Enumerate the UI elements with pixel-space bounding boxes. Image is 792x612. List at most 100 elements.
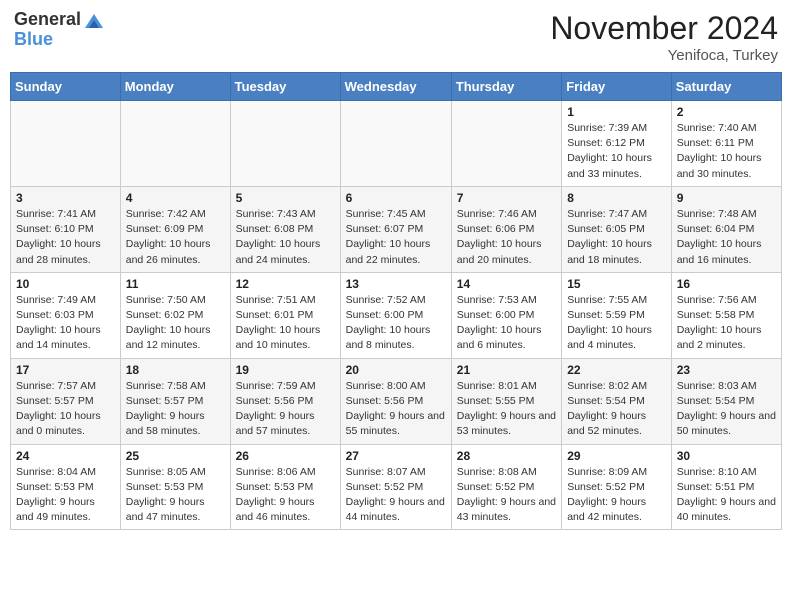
day-number: 19 xyxy=(236,363,335,377)
calendar-day-27: 27 Sunrise: 8:07 AM Sunset: 5:52 PM Dayli… xyxy=(340,444,451,530)
column-header-friday: Friday xyxy=(562,73,672,101)
calendar-day-8: 8 Sunrise: 7:47 AM Sunset: 6:05 PM Daylig… xyxy=(562,186,672,272)
day-number: 30 xyxy=(677,449,776,463)
calendar-day-17: 17 Sunrise: 7:57 AM Sunset: 5:57 PM Dayli… xyxy=(11,358,121,444)
day-info: Sunrise: 7:46 AM Sunset: 6:06 PM Dayligh… xyxy=(457,207,556,268)
day-number: 16 xyxy=(677,277,776,291)
calendar-day-13: 13 Sunrise: 7:52 AM Sunset: 6:00 PM Dayli… xyxy=(340,272,451,358)
calendar-day-11: 11Sunrise: 7:50 AM Sunset: 6:02 PM Dayli… xyxy=(120,272,230,358)
day-info: Sunrise: 8:04 AM Sunset: 5:53 PM Dayligh… xyxy=(16,465,115,526)
calendar-week-5: 24 Sunrise: 8:04 AM Sunset: 5:53 PM Dayli… xyxy=(11,444,782,530)
calendar-day-29: 29 Sunrise: 8:09 AM Sunset: 5:52 PM Dayli… xyxy=(562,444,672,530)
calendar-header-row: SundayMondayTuesdayWednesdayThursdayFrid… xyxy=(11,73,782,101)
day-number: 24 xyxy=(16,449,115,463)
calendar-day-5: 5Sunrise: 7:43 AM Sunset: 6:08 PM Daylig… xyxy=(230,186,340,272)
day-number: 28 xyxy=(457,449,556,463)
day-info: Sunrise: 8:07 AM Sunset: 5:52 PM Dayligh… xyxy=(346,465,446,526)
column-header-thursday: Thursday xyxy=(451,73,561,101)
day-number: 9 xyxy=(677,191,776,205)
day-info: Sunrise: 7:39 AM Sunset: 6:12 PM Dayligh… xyxy=(567,121,666,182)
day-info: Sunrise: 8:02 AM Sunset: 5:54 PM Dayligh… xyxy=(567,379,666,440)
day-number: 13 xyxy=(346,277,446,291)
calendar-table: SundayMondayTuesdayWednesdayThursdayFrid… xyxy=(10,72,782,530)
calendar-day-25: 25Sunrise: 8:05 AM Sunset: 5:53 PM Dayli… xyxy=(120,444,230,530)
day-number: 26 xyxy=(236,449,335,463)
calendar-week-3: 10 Sunrise: 7:49 AM Sunset: 6:03 PM Dayli… xyxy=(11,272,782,358)
calendar-day-12: 12 Sunrise: 7:51 AM Sunset: 6:01 PM Dayli… xyxy=(230,272,340,358)
day-info: Sunrise: 8:08 AM Sunset: 5:52 PM Dayligh… xyxy=(457,465,556,526)
day-info: Sunrise: 8:06 AM Sunset: 5:53 PM Dayligh… xyxy=(236,465,335,526)
day-number: 8 xyxy=(567,191,666,205)
day-info: Sunrise: 7:55 AM Sunset: 5:59 PM Dayligh… xyxy=(567,293,666,354)
calendar-day-18: 18 Sunrise: 7:58 AM Sunset: 5:57 PM Dayli… xyxy=(120,358,230,444)
day-number: 17 xyxy=(16,363,115,377)
day-info: Sunrise: 8:09 AM Sunset: 5:52 PM Dayligh… xyxy=(567,465,666,526)
calendar-day-14: 14 Sunrise: 7:53 AM Sunset: 6:00 PM Dayli… xyxy=(451,272,561,358)
day-number: 23 xyxy=(677,363,776,377)
day-info: Sunrise: 7:47 AM Sunset: 6:05 PM Dayligh… xyxy=(567,207,666,268)
calendar-day-21: 21 Sunrise: 8:01 AM Sunset: 5:55 PM Dayli… xyxy=(451,358,561,444)
day-info: Sunrise: 7:50 AM Sunset: 6:02 PM Dayligh… xyxy=(126,293,225,354)
calendar-day-23: 23 Sunrise: 8:03 AM Sunset: 5:54 PM Dayli… xyxy=(671,358,781,444)
day-number: 2 xyxy=(677,105,776,119)
calendar-day-20: 20Sunrise: 8:00 AM Sunset: 5:56 PM Dayli… xyxy=(340,358,451,444)
day-number: 15 xyxy=(567,277,666,291)
day-number: 29 xyxy=(567,449,666,463)
day-info: Sunrise: 7:40 AM Sunset: 6:11 PM Dayligh… xyxy=(677,121,776,182)
day-info: Sunrise: 7:41 AM Sunset: 6:10 PM Dayligh… xyxy=(16,207,115,268)
day-info: Sunrise: 7:53 AM Sunset: 6:00 PM Dayligh… xyxy=(457,293,556,354)
month-title: November 2024 xyxy=(550,10,778,47)
calendar-day-9: 9 Sunrise: 7:48 AM Sunset: 6:04 PM Daylig… xyxy=(671,186,781,272)
logo-icon xyxy=(83,10,105,32)
day-number: 6 xyxy=(346,191,446,205)
calendar-day-15: 15 Sunrise: 7:55 AM Sunset: 5:59 PM Dayli… xyxy=(562,272,672,358)
calendar-week-4: 17 Sunrise: 7:57 AM Sunset: 5:57 PM Dayli… xyxy=(11,358,782,444)
calendar-day-16: 16Sunrise: 7:56 AM Sunset: 5:58 PM Dayli… xyxy=(671,272,781,358)
column-header-monday: Monday xyxy=(120,73,230,101)
day-number: 21 xyxy=(457,363,556,377)
calendar-day-26: 26 Sunrise: 8:06 AM Sunset: 5:53 PM Dayli… xyxy=(230,444,340,530)
calendar-day-22: 22 Sunrise: 8:02 AM Sunset: 5:54 PM Dayli… xyxy=(562,358,672,444)
day-number: 18 xyxy=(126,363,225,377)
day-info: Sunrise: 7:57 AM Sunset: 5:57 PM Dayligh… xyxy=(16,379,115,440)
day-number: 5 xyxy=(236,191,335,205)
day-info: Sunrise: 7:49 AM Sunset: 6:03 PM Dayligh… xyxy=(16,293,115,354)
day-number: 7 xyxy=(457,191,556,205)
calendar-day-19: 19 Sunrise: 7:59 AM Sunset: 5:56 PM Dayli… xyxy=(230,358,340,444)
day-info: Sunrise: 7:52 AM Sunset: 6:00 PM Dayligh… xyxy=(346,293,446,354)
day-number: 10 xyxy=(16,277,115,291)
day-info: Sunrise: 7:45 AM Sunset: 6:07 PM Dayligh… xyxy=(346,207,446,268)
day-info: Sunrise: 7:42 AM Sunset: 6:09 PM Dayligh… xyxy=(126,207,225,268)
day-number: 12 xyxy=(236,277,335,291)
day-number: 1 xyxy=(567,105,666,119)
day-info: Sunrise: 7:58 AM Sunset: 5:57 PM Dayligh… xyxy=(126,379,225,440)
day-info: Sunrise: 8:00 AM Sunset: 5:56 PM Dayligh… xyxy=(346,379,446,440)
day-number: 27 xyxy=(346,449,446,463)
column-header-tuesday: Tuesday xyxy=(230,73,340,101)
calendar-day-2: 2 Sunrise: 7:40 AM Sunset: 6:11 PM Daylig… xyxy=(671,101,781,187)
calendar-day-24: 24 Sunrise: 8:04 AM Sunset: 5:53 PM Dayli… xyxy=(11,444,121,530)
day-number: 3 xyxy=(16,191,115,205)
day-info: Sunrise: 7:48 AM Sunset: 6:04 PM Dayligh… xyxy=(677,207,776,268)
calendar-day-3: 3 Sunrise: 7:41 AM Sunset: 6:10 PM Daylig… xyxy=(11,186,121,272)
calendar-day-28: 28 Sunrise: 8:08 AM Sunset: 5:52 PM Dayli… xyxy=(451,444,561,530)
day-info: Sunrise: 8:03 AM Sunset: 5:54 PM Dayligh… xyxy=(677,379,776,440)
calendar-week-1: 1 Sunrise: 7:39 AM Sunset: 6:12 PM Daylig… xyxy=(11,101,782,187)
day-info: Sunrise: 8:01 AM Sunset: 5:55 PM Dayligh… xyxy=(457,379,556,440)
calendar-empty-cell xyxy=(120,101,230,187)
column-header-saturday: Saturday xyxy=(671,73,781,101)
logo: General Blue xyxy=(14,10,105,50)
column-header-wednesday: Wednesday xyxy=(340,73,451,101)
page-header: General Blue November 2024 Yenifoca, Tur… xyxy=(10,10,782,64)
day-info: Sunrise: 8:10 AM Sunset: 5:51 PM Dayligh… xyxy=(677,465,776,526)
day-info: Sunrise: 7:59 AM Sunset: 5:56 PM Dayligh… xyxy=(236,379,335,440)
calendar-day-10: 10 Sunrise: 7:49 AM Sunset: 6:03 PM Dayli… xyxy=(11,272,121,358)
column-header-sunday: Sunday xyxy=(11,73,121,101)
day-number: 22 xyxy=(567,363,666,377)
day-info: Sunrise: 7:51 AM Sunset: 6:01 PM Dayligh… xyxy=(236,293,335,354)
day-info: Sunrise: 8:05 AM Sunset: 5:53 PM Dayligh… xyxy=(126,465,225,526)
day-number: 14 xyxy=(457,277,556,291)
calendar-day-7: 7 Sunrise: 7:46 AM Sunset: 6:06 PM Daylig… xyxy=(451,186,561,272)
calendar-week-2: 3 Sunrise: 7:41 AM Sunset: 6:10 PM Daylig… xyxy=(11,186,782,272)
calendar-day-1: 1 Sunrise: 7:39 AM Sunset: 6:12 PM Daylig… xyxy=(562,101,672,187)
